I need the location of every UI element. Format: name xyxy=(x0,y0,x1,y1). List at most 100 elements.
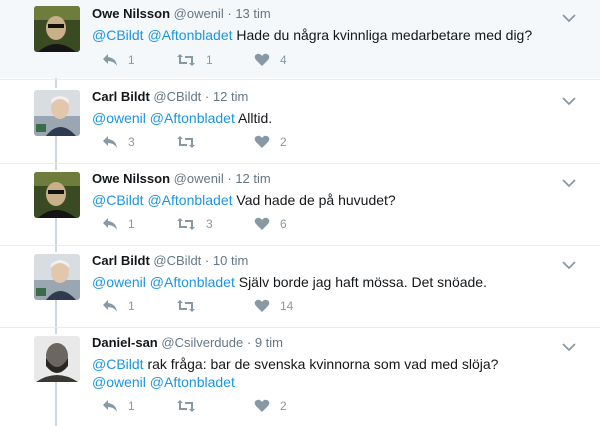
divider xyxy=(0,79,600,80)
reply-button[interactable]: 1 xyxy=(92,298,135,314)
reply-icon xyxy=(102,299,118,313)
timestamp[interactable]: 13 tim xyxy=(235,6,270,21)
action-count: 1 xyxy=(206,53,213,67)
mention-link[interactable]: @owenil xyxy=(92,374,146,390)
header-separator: · xyxy=(204,253,210,268)
mention-link[interactable]: @owenil xyxy=(92,110,146,126)
author-handle[interactable]: @owenil xyxy=(174,6,224,21)
retweet-button[interactable] xyxy=(166,298,206,314)
reply-button[interactable]: 1 xyxy=(92,398,135,414)
mention-link[interactable]: @Aftonbladet xyxy=(147,192,232,208)
retweet-button[interactable]: 3 xyxy=(166,216,213,232)
author-handle[interactable]: @CBildt xyxy=(153,253,201,268)
author-name[interactable]: Owe Nilsson xyxy=(92,6,170,21)
mention-link[interactable]: @Aftonbladet xyxy=(150,374,235,390)
tweet[interactable]: Carl Bildt @CBildt · 10 tim @owenil @Afto… xyxy=(0,246,600,326)
heart-icon xyxy=(254,53,270,67)
mention-link[interactable]: @CBildt xyxy=(92,356,144,372)
tweet[interactable]: Carl Bildt @CBildt · 12 tim @owenil @Afto… xyxy=(0,82,600,162)
tweet-header: Daniel-san @Csilverdude · 9 tim xyxy=(92,335,560,351)
reply-icon xyxy=(102,53,118,67)
mention-link[interactable]: @CBildt xyxy=(92,192,144,208)
tweet-header: Owe Nilsson @owenil · 12 tim xyxy=(92,171,560,187)
chevron-down-icon[interactable] xyxy=(562,93,576,106)
tweet-body: Carl Bildt @CBildt · 10 tim @owenil @Afto… xyxy=(92,253,560,291)
tweet-header: Carl Bildt @CBildt · 12 tim xyxy=(92,89,560,105)
timestamp[interactable]: 10 tim xyxy=(213,253,248,268)
like-button[interactable]: 14 xyxy=(244,298,293,314)
action-count: 2 xyxy=(280,399,287,413)
like-button[interactable]: 6 xyxy=(244,216,287,232)
tweet[interactable]: Owe Nilsson @owenil · 12 tim @CBildt @Aft… xyxy=(0,164,600,244)
tweet-text-segment: Själv borde jag haft mössa. Det snöade. xyxy=(234,274,487,290)
heart-icon xyxy=(254,299,270,313)
tweet-text: @CBildt rak fråga: bar de svenska kvinno… xyxy=(92,355,560,391)
header-separator: · xyxy=(227,171,232,186)
action-count: 1 xyxy=(128,399,135,413)
author-name[interactable]: Carl Bildt xyxy=(92,89,150,104)
avatar[interactable] xyxy=(34,90,80,136)
reply-button[interactable]: 1 xyxy=(92,52,135,68)
tweet-body: Daniel-san @Csilverdude · 9 tim @CBildt r… xyxy=(92,335,560,391)
action-count: 3 xyxy=(206,217,213,231)
mention-link[interactable]: @Aftonbladet xyxy=(147,27,232,43)
tweet-header: Owe Nilsson @owenil · 13 tim xyxy=(92,6,560,22)
chevron-down-icon[interactable] xyxy=(562,175,576,188)
avatar[interactable] xyxy=(34,172,80,218)
retweet-icon xyxy=(176,299,196,313)
mention-link[interactable]: @Aftonbladet xyxy=(150,110,235,126)
author-handle[interactable]: @owenil xyxy=(174,171,224,186)
chevron-down-icon[interactable] xyxy=(562,10,576,23)
timestamp[interactable]: 12 tim xyxy=(213,89,248,104)
chevron-down-icon[interactable] xyxy=(562,339,576,352)
chevron-down-icon[interactable] xyxy=(562,257,576,270)
avatar[interactable] xyxy=(34,336,80,382)
mention-link[interactable]: @Aftonbladet xyxy=(150,274,235,290)
like-button[interactable]: 4 xyxy=(244,52,287,68)
action-count: 2 xyxy=(280,135,287,149)
author-handle[interactable]: @Csilverdude xyxy=(161,335,243,350)
mention-link[interactable]: @owenil xyxy=(92,274,146,290)
tweet-body: Carl Bildt @CBildt · 12 tim @owenil @Afto… xyxy=(92,89,560,127)
author-name[interactable]: Owe Nilsson xyxy=(92,171,170,186)
avatar[interactable] xyxy=(34,6,80,52)
heart-icon xyxy=(254,399,270,413)
retweet-button[interactable] xyxy=(166,398,206,414)
reply-button[interactable]: 3 xyxy=(92,134,135,150)
tweet-text-segment: Alltid. xyxy=(234,110,273,126)
action-count: 1 xyxy=(128,53,135,67)
action-count: 14 xyxy=(280,299,294,313)
retweet-button[interactable]: 1 xyxy=(166,52,213,68)
tweet-text: @CBildt @Aftonbladet Vad hade de på huvu… xyxy=(92,191,560,209)
mention-link[interactable]: @CBildt xyxy=(92,27,144,43)
tweet-text: @owenil @Aftonbladet Alltid. xyxy=(92,109,560,127)
author-name[interactable]: Daniel-san xyxy=(92,335,158,350)
timestamp[interactable]: 9 tim xyxy=(255,335,283,350)
like-button[interactable]: 2 xyxy=(244,134,287,150)
retweet-icon xyxy=(176,217,196,231)
tweet-text: @CBildt @Aftonbladet Hade du några kvinn… xyxy=(92,26,560,44)
tweet[interactable]: Daniel-san @Csilverdude · 9 tim @CBildt r… xyxy=(0,328,600,426)
tweet-header: Carl Bildt @CBildt · 10 tim xyxy=(92,253,560,269)
reply-button[interactable]: 1 xyxy=(92,216,135,232)
tweet[interactable]: Owe Nilsson @owenil · 13 tim @CBildt @Aft… xyxy=(0,0,600,78)
heart-icon xyxy=(254,217,270,231)
timestamp[interactable]: 12 tim xyxy=(235,171,270,186)
tweet-body: Owe Nilsson @owenil · 13 tim @CBildt @Aft… xyxy=(92,6,560,44)
tweet-text: @owenil @Aftonbladet Själv borde jag haf… xyxy=(92,273,560,291)
retweet-icon xyxy=(176,135,196,149)
tweet-text-segment: Vad hade de på huvudet? xyxy=(232,192,396,208)
action-count: 1 xyxy=(128,217,135,231)
reply-icon xyxy=(102,135,118,149)
retweet-button[interactable] xyxy=(166,134,206,150)
author-handle[interactable]: @CBildt xyxy=(153,89,201,104)
tweet-text-segment: Hade du några kvinnliga medarbetare med … xyxy=(232,27,533,43)
heart-icon xyxy=(254,135,270,149)
like-button[interactable]: 2 xyxy=(244,398,287,414)
avatar[interactable] xyxy=(34,254,80,300)
tweet-text-segment: rak fråga: bar de svenska kvinnorna som … xyxy=(143,356,499,372)
action-count: 3 xyxy=(128,135,135,149)
author-name[interactable]: Carl Bildt xyxy=(92,253,150,268)
action-count: 6 xyxy=(280,217,287,231)
reply-icon xyxy=(102,217,118,231)
